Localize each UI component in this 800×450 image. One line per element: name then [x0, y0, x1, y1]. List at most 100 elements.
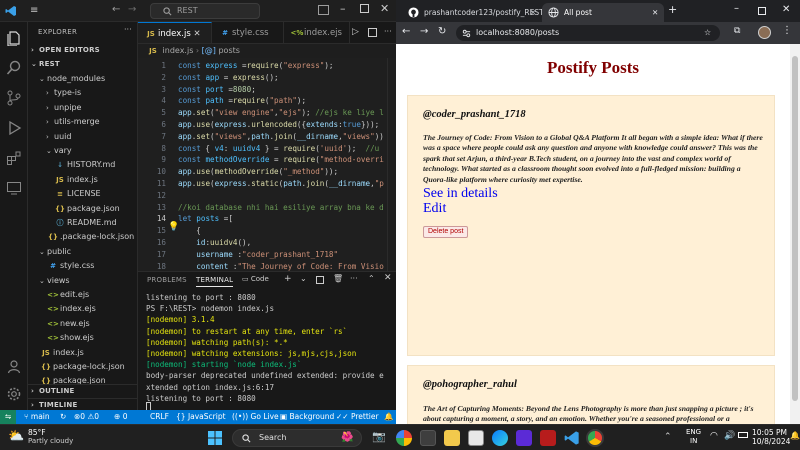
- notifications-icon[interactable]: 🔔: [384, 410, 393, 424]
- rest-root-folder[interactable]: ⌄ REST: [28, 58, 137, 71]
- terminal-shell-selector[interactable]: ▭ Code: [242, 275, 269, 283]
- editor-tab[interactable]: JS index.js ✕: [138, 22, 212, 43]
- windows-start-icon[interactable]: [208, 431, 222, 445]
- code-line[interactable]: {: [178, 225, 201, 237]
- code-line[interactable]: let posts =[: [178, 213, 233, 225]
- clock-time[interactable]: 10:05 PM: [752, 428, 787, 437]
- site-info-icon[interactable]: [462, 29, 471, 38]
- code-line[interactable]: id:uuidv4(),: [178, 237, 251, 249]
- maximize-icon[interactable]: [758, 7, 766, 15]
- notification-bell-icon[interactable]: 🔔: [790, 431, 800, 440]
- maximize-icon[interactable]: [360, 4, 369, 13]
- split-editor-icon[interactable]: [368, 28, 377, 37]
- code-line[interactable]: const path =require("path");: [178, 95, 306, 107]
- address-bar[interactable]: localhost:8080/posts ☆: [456, 25, 720, 41]
- tree-item[interactable]: ⌄ vary: [28, 144, 137, 157]
- gear-icon[interactable]: [6, 386, 22, 402]
- app-icon[interactable]: [540, 430, 556, 446]
- source-control-icon[interactable]: [6, 90, 22, 106]
- close-icon[interactable]: ✕: [380, 2, 389, 15]
- close-tab-icon[interactable]: ✕: [530, 3, 536, 22]
- menu-kebab-icon[interactable]: ⋮: [782, 25, 792, 36]
- edge-icon[interactable]: [492, 430, 508, 446]
- minimize-icon[interactable]: –: [340, 2, 346, 15]
- chevron-up-icon[interactable]: ⌃: [368, 274, 375, 283]
- breadcrumb-symbol[interactable]: posts: [218, 46, 239, 55]
- menu-icon[interactable]: ≡: [30, 5, 38, 17]
- remote-indicator-icon[interactable]: ⇋: [0, 410, 16, 424]
- language-primary[interactable]: ENG: [686, 428, 701, 436]
- code-line[interactable]: const port =8080;: [178, 84, 256, 96]
- language-indicator[interactable]: {} JavaScript: [176, 410, 226, 424]
- tab-terminal[interactable]: TERMINAL: [196, 276, 234, 287]
- prettier-indicator[interactable]: ✓✓ Prettier: [336, 410, 379, 424]
- more-actions-icon[interactable]: ···: [124, 25, 132, 34]
- tree-item[interactable]: <>index.ejs: [28, 302, 137, 315]
- code-line[interactable]: app.use(express.urlencoded({extends:true…: [178, 119, 379, 131]
- more-actions-icon[interactable]: ···: [350, 274, 358, 283]
- tree-item[interactable]: JS index.js: [28, 346, 137, 359]
- vscode-taskbar-icon[interactable]: [564, 430, 580, 446]
- code-line[interactable]: username :"coder_prashant_1718": [178, 249, 338, 261]
- tab-problems[interactable]: PROBLEMS: [147, 276, 187, 284]
- remote-explorer-icon[interactable]: [6, 180, 22, 196]
- task-view-icon[interactable]: [420, 430, 436, 446]
- close-icon[interactable]: ✕: [782, 4, 790, 15]
- chevron-down-icon[interactable]: ⌄: [300, 274, 307, 283]
- notepad-icon[interactable]: [468, 430, 484, 446]
- problems-indicator[interactable]: ⊗0 ⚠0: [74, 410, 99, 424]
- code-line[interactable]: const app = express();: [178, 72, 279, 84]
- go-live-button[interactable]: ((•)) Go Live: [232, 410, 279, 424]
- forward-arrow-icon[interactable]: →: [420, 26, 428, 37]
- code-editor[interactable]: 💡 1 const express =require("express"); 2 co…: [138, 58, 396, 271]
- code-line[interactable]: app.use(methodOverride("_method"));: [178, 166, 338, 178]
- tree-item[interactable]: › uuid: [28, 130, 137, 143]
- tree-item[interactable]: <>edit.ejs: [28, 288, 137, 301]
- page-scrollbar[interactable]: [790, 44, 800, 424]
- speaker-icon[interactable]: 🔊: [724, 431, 735, 441]
- chevron-up-icon[interactable]: ⌃: [664, 432, 672, 442]
- avatar[interactable]: [758, 26, 771, 39]
- taskbar-search[interactable]: Search 🌺: [232, 429, 362, 447]
- tree-item[interactable]: ⌄ node_modules: [28, 72, 137, 85]
- code-line[interactable]: app.use(express.static(path.join(__dirna…: [178, 178, 384, 190]
- tree-item[interactable]: # style.css: [28, 259, 137, 272]
- background-indicator[interactable]: ▣ Background: [280, 410, 334, 424]
- clock-date[interactable]: 10/8/2024: [752, 437, 790, 446]
- scrollbar-thumb[interactable]: [792, 56, 798, 401]
- tree-item[interactable]: JS index.js: [28, 173, 137, 186]
- tree-item[interactable]: ⌄ views: [28, 274, 137, 287]
- tree-item[interactable]: › type-is: [28, 86, 137, 99]
- weather-temp[interactable]: 85°F: [28, 428, 46, 437]
- tree-item[interactable]: ↓ HISTORY.md: [28, 158, 137, 171]
- tree-item[interactable]: › utils-merge: [28, 115, 137, 128]
- tree-item[interactable]: {} .package-lock.json: [28, 230, 137, 243]
- breadcrumb-file[interactable]: index.js: [163, 46, 194, 55]
- new-tab-icon[interactable]: +: [668, 3, 677, 16]
- colorful-app-icon[interactable]: [396, 430, 412, 446]
- new-terminal-icon[interactable]: +: [284, 274, 292, 284]
- tree-item[interactable]: ⌄ public: [28, 245, 137, 258]
- code-line[interactable]: app.set("view engine","ejs"); //ejs ke l…: [178, 107, 384, 119]
- editor-tab[interactable]: <%index.ejs: [284, 22, 350, 43]
- file-explorer-icon[interactable]: [444, 430, 460, 446]
- close-tab-icon[interactable]: ✕: [652, 3, 658, 22]
- minimize-icon[interactable]: –: [734, 3, 739, 14]
- code-line[interactable]: content :"The Journey of Code: From Visi…: [178, 261, 383, 271]
- eol-indicator[interactable]: CRLF: [150, 410, 169, 424]
- timeline-section[interactable]: › TIMELINE: [28, 398, 137, 410]
- code-line[interactable]: app.set("views",path.join(__dirname,"vie…: [178, 131, 384, 143]
- close-tab-icon[interactable]: ✕: [191, 29, 200, 39]
- editor-tab[interactable]: # style.css: [212, 22, 284, 43]
- back-arrow-icon[interactable]: ←: [402, 26, 410, 37]
- code-line[interactable]: const { v4: uuidv4 } = require('uuid'); …: [178, 143, 379, 155]
- tab-all-post[interactable]: All post ✕: [542, 3, 664, 22]
- more-actions-icon[interactable]: ···: [384, 27, 392, 36]
- account-icon[interactable]: [6, 358, 22, 374]
- toggle-sidebar-icon[interactable]: [318, 5, 329, 15]
- split-terminal-icon[interactable]: [316, 276, 324, 284]
- tree-item[interactable]: <>show.ejs: [28, 331, 137, 344]
- run-icon[interactable]: ▷: [352, 27, 359, 37]
- forward-arrow-icon[interactable]: →: [128, 4, 136, 15]
- app-icon[interactable]: [516, 430, 532, 446]
